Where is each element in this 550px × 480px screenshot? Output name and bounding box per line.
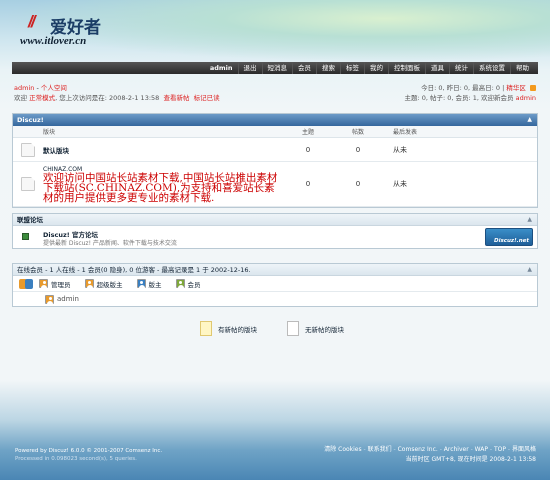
footer-link-wap[interactable]: WAP: [475, 446, 488, 453]
legend-no-new-posts: 无新帖的版块: [287, 321, 344, 336]
col-posts: 帖数: [351, 129, 364, 136]
col-forum: 版块: [43, 129, 56, 136]
legend-member: 会员: [175, 279, 201, 289]
visit-line: 欢迎 正常模式, 您上次访问是在: 2008-2-1 13:58 查看新帖 标记…: [14, 92, 220, 102]
footer-link-archiver[interactable]: Archiver: [444, 446, 469, 453]
newest-member-link[interactable]: admin: [516, 94, 536, 102]
stats-line-2: 主题: 0, 帖子: 0, 会员: 1, 欢迎新会员 admin: [404, 92, 536, 102]
footer-credits: Powered by Discuz! 6.0.0 © 2001-2007 Com…: [15, 447, 162, 463]
forum-last-post: 从未: [393, 145, 407, 154]
powered-by: Powered by Discuz! 6.0.0 © 2001-2007 Com…: [15, 448, 163, 454]
footer-time: 当前时区 GMT+8, 现在时间是 2008-2-1 13:58: [405, 456, 536, 463]
footer-links: 清除 Cookies - 联系我们 - Comsenz Inc. - Archi…: [324, 446, 536, 463]
banner-text: Discuz!.net: [494, 238, 529, 244]
stats-today: 今日: 0, 昨日: 0, 最高日: 0: [421, 84, 501, 92]
new-posts-icon: [200, 321, 212, 336]
space-link[interactable]: 个人空间: [41, 84, 67, 92]
alliance-panel: 联盟论坛 ▲ Discuz! 官方论坛 提供最新 Discuz! 产品新闻、软件…: [12, 213, 538, 249]
nav-search[interactable]: 搜索: [316, 62, 340, 74]
footer-link-contact[interactable]: 联系我们: [368, 446, 392, 453]
nav-system-settings[interactable]: 系统设置: [473, 62, 510, 74]
mode-prefix: 欢迎: [14, 94, 27, 102]
mark-read-link[interactable]: 标记已读: [194, 94, 220, 102]
forum-panel-title[interactable]: Discuz!: [17, 116, 44, 124]
forum-link-icon: [22, 233, 29, 240]
col-topics: 主题: [301, 129, 314, 136]
online-user-link[interactable]: admin: [57, 295, 79, 303]
forum-row: 默认版块 0 0 从未: [13, 138, 537, 162]
forum-panel: Discuz! ▲ 版块 主题 帖数 最后发表 默认版块 0 0 从未 CHIN…: [12, 113, 538, 208]
footer-link-clear-cookies[interactable]: 清除 Cookies: [324, 446, 361, 453]
stats-line: 今日: 0, 昨日: 0, 最高日: 0 | 精华区: [421, 82, 536, 92]
nav-logout[interactable]: 退出: [237, 62, 262, 74]
member-icon: [175, 279, 185, 288]
nav-my[interactable]: 我的: [364, 62, 388, 74]
forum-last-post: 从未: [393, 180, 407, 188]
footer-link-style[interactable]: 界面风格: [512, 446, 536, 453]
alliance-row: Discuz! 官方论坛 提供最新 Discuz! 产品新闻、软件下载与技术交流…: [13, 226, 537, 248]
username-link[interactable]: admin: [14, 84, 34, 92]
rss-icon[interactable]: [530, 85, 536, 91]
nav-members[interactable]: 会员: [292, 62, 316, 74]
stats-totals: 主题: 0, 帖子: 0, 会员: 1, 欢迎新会员: [404, 94, 514, 102]
online-panel-title[interactable]: 在线会员 - 1 人在线 - 1 会员(0 隐身), 0 位游客 - 最高记录是…: [17, 266, 251, 274]
logo-mark: //: [28, 12, 36, 31]
collapse-icon[interactable]: ▲: [527, 214, 532, 226]
legend-moderator: 版主: [136, 279, 162, 289]
alliance-panel-title[interactable]: 联盟论坛: [17, 216, 43, 224]
nav-tools[interactable]: 道具: [425, 62, 449, 74]
nav-control-panel[interactable]: 控制面板: [388, 62, 425, 74]
no-new-posts-icon: [287, 321, 299, 336]
legend-super-moderator: 超级版主: [84, 279, 123, 289]
nav-messages[interactable]: 短消息: [261, 62, 293, 74]
nav-help[interactable]: 帮助: [510, 62, 534, 74]
forum-columns: 版块 主题 帖数 最后发表: [13, 126, 537, 138]
footer-link-comsenz[interactable]: Comsenz Inc.: [398, 446, 438, 453]
admin-icon: [45, 294, 54, 304]
last-visit-time: 2008-2-1 13:58: [108, 94, 160, 102]
mode-link[interactable]: 正常模式: [29, 94, 55, 102]
forum-row: CHINAZ.COM 欢迎访问中国站长站素材下载,中国站长站推出素材下载站(SC…: [13, 162, 537, 207]
footer-link-top[interactable]: TOP: [494, 446, 506, 453]
online-user: admin: [13, 292, 537, 306]
member-legend: 管理员 超级版主 版主 会员: [13, 276, 537, 292]
view-new-link[interactable]: 查看新帖: [163, 94, 189, 102]
forum-name-link[interactable]: 默认版块: [43, 145, 283, 155]
logo-url: www.itlover.cn: [20, 35, 87, 47]
col-last-post: 最后发表: [393, 129, 418, 136]
hot-link[interactable]: 精华区: [506, 84, 526, 92]
processed-info: Processed in 0.098023 second(s), 5 queri…: [15, 456, 137, 462]
group-icon: [19, 278, 33, 289]
collapse-icon[interactable]: ▲: [527, 114, 532, 126]
nav-stats[interactable]: 统计: [449, 62, 473, 74]
user-line: admin - 个人空间: [14, 82, 67, 92]
legend-admin: 管理员: [39, 279, 71, 289]
top-navbar: admin 退出 短消息 会员 搜索 标签 我的 控制面板 道具 统计 系统设置…: [12, 62, 538, 74]
forum-posts: 0: [355, 180, 361, 188]
moderator-icon: [136, 279, 146, 288]
forum-status-icon: [21, 142, 35, 157]
nav-username[interactable]: admin: [205, 62, 238, 74]
alliance-description: 提供最新 Discuz! 产品新闻、软件下载与技术交流: [43, 240, 177, 247]
online-panel-header[interactable]: 在线会员 - 1 人在线 - 1 会员(0 隐身), 0 位游客 - 最高记录是…: [13, 264, 537, 276]
super-moderator-icon: [84, 279, 94, 288]
forum-status-icon: [21, 177, 35, 191]
alliance-panel-header[interactable]: 联盟论坛 ▲: [13, 214, 537, 226]
alliance-banner[interactable]: Discuz!.net: [485, 228, 533, 246]
legend-new-posts: 有新帖的版块: [200, 321, 257, 336]
online-panel: 在线会员 - 1 人在线 - 1 会员(0 隐身), 0 位游客 - 最高记录是…: [12, 263, 538, 307]
forum-posts: 0: [355, 145, 361, 154]
last-visit-label: , 您上次访问是在:: [55, 94, 107, 102]
nav-tags[interactable]: 标签: [340, 62, 364, 74]
forum-panel-header[interactable]: Discuz! ▲: [13, 114, 537, 126]
forum-description: 欢迎访问中国站长站素材下载,中国站长站推出素材下载站(SC.CHINAZ.COM…: [43, 172, 278, 204]
admin-icon: [39, 279, 48, 288]
forum-topics: 0: [305, 145, 311, 154]
collapse-icon[interactable]: ▲: [527, 264, 532, 276]
forum-topics: 0: [305, 180, 311, 188]
user-info-bar: admin - 个人空间 欢迎 正常模式, 您上次访问是在: 2008-2-1 …: [14, 80, 536, 102]
